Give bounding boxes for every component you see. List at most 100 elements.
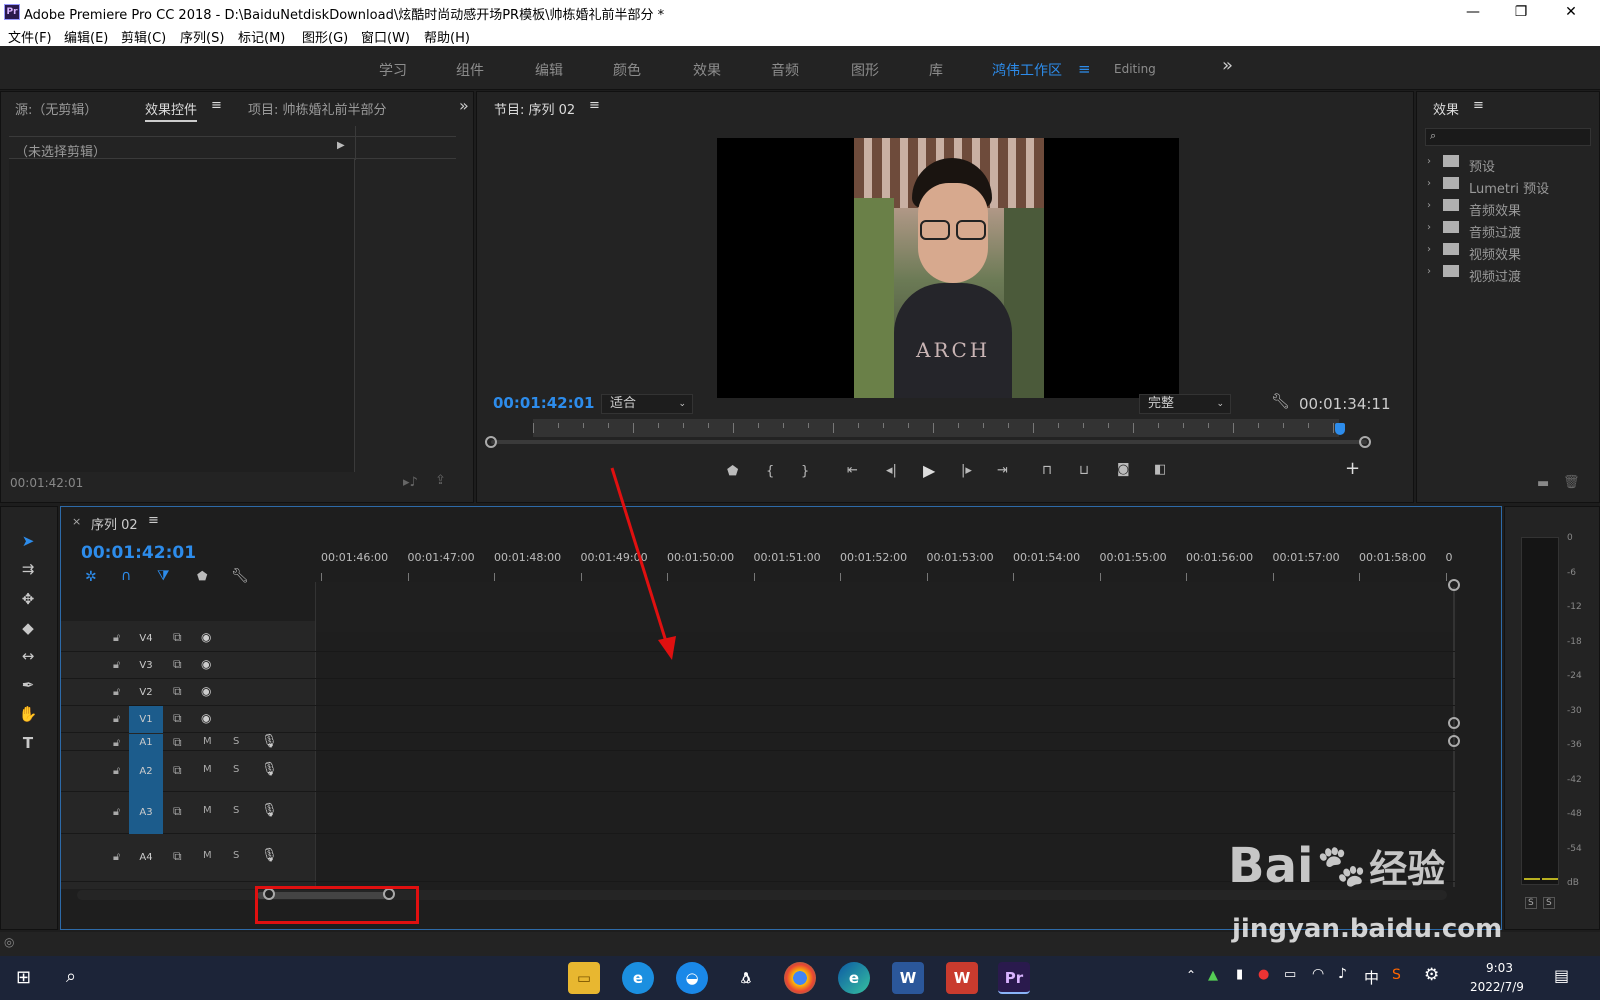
mute-button[interactable]: M: [203, 736, 212, 747]
video-track-target[interactable]: V2: [129, 679, 163, 706]
video-frame[interactable]: ARCH: [717, 138, 1179, 398]
menu-sequence[interactable]: 序列(S): [180, 27, 224, 46]
tray-chevron-icon[interactable]: ⌃: [1186, 968, 1196, 982]
mute-button[interactable]: M: [203, 850, 212, 861]
solo-button[interactable]: S: [233, 736, 239, 747]
effect-controls-menu-icon[interactable]: ≡: [211, 98, 222, 113]
workspace-tab-graphics[interactable]: 图形: [851, 60, 879, 80]
effects-menu-icon[interactable]: ≡: [1473, 98, 1484, 113]
taskbar-search-icon[interactable]: ⌕: [66, 966, 76, 987]
pen-tool-icon[interactable]: ✒: [15, 673, 41, 697]
mark-in-icon[interactable]: {: [766, 464, 774, 479]
workspace-tab-effects[interactable]: 效果: [693, 60, 721, 80]
mute-button[interactable]: M: [203, 805, 212, 816]
tray-app-icon[interactable]: ▲: [1208, 968, 1218, 983]
program-monitor-title[interactable]: 节目: 序列 02: [494, 99, 575, 118]
menu-help[interactable]: 帮助(H): [424, 27, 470, 46]
effects-item-video-transitions[interactable]: › 视频过渡: [1425, 264, 1591, 285]
go-to-out-icon[interactable]: ⇥: [997, 463, 1008, 478]
close-sequence-icon[interactable]: ×: [72, 515, 81, 528]
zoom-scrollbar[interactable]: [491, 440, 1367, 444]
filter-icon[interactable]: ▸♪: [403, 475, 418, 490]
vscroll-handle-top[interactable]: [1448, 579, 1460, 591]
step-back-icon[interactable]: ◂|: [886, 463, 897, 478]
workspace-tab-libraries[interactable]: 库: [929, 60, 943, 80]
effects-search-input[interactable]: ⌕: [1425, 128, 1591, 146]
extract-icon[interactable]: ⊔: [1079, 463, 1089, 478]
audio-track-row[interactable]: 🔓︎ A2 ⧉ M S 🎙︎: [61, 751, 1455, 792]
effects-item-presets[interactable]: › 预设: [1425, 154, 1591, 175]
razor-tool-icon[interactable]: ◆: [15, 616, 41, 640]
menu-edit[interactable]: 编辑(E): [64, 27, 108, 46]
eye-icon[interactable]: ◉: [201, 657, 211, 671]
step-forward-icon[interactable]: |▸: [961, 463, 972, 478]
microphone-icon[interactable]: 🎙︎: [261, 762, 278, 777]
workspace-tab-assembly[interactable]: 组件: [456, 60, 484, 80]
workspace-tab-custom[interactable]: 鸿伟工作区: [992, 60, 1062, 80]
ime-indicator[interactable]: 中: [1364, 967, 1379, 988]
selection-tool-icon[interactable]: ➤: [15, 529, 41, 553]
add-button-icon[interactable]: +: [1345, 458, 1360, 479]
add-marker-icon[interactable]: ⬟: [727, 464, 738, 479]
sync-lock-icon[interactable]: ⧉: [173, 804, 182, 819]
type-tool-icon[interactable]: T: [15, 731, 41, 755]
track-lock-icon[interactable]: 🔓︎: [113, 764, 120, 778]
ripple-edit-tool-icon[interactable]: ✥: [15, 587, 41, 611]
hand-tool-icon[interactable]: ✋: [15, 702, 41, 726]
windows-start-icon[interactable]: ⊞: [16, 967, 31, 988]
play-icon[interactable]: ▶: [923, 461, 935, 480]
solo-right-button[interactable]: S: [1543, 897, 1555, 909]
minimize-button[interactable]: —: [1450, 0, 1496, 24]
track-lock-icon[interactable]: 🔓︎: [113, 631, 120, 645]
play-triangle-icon[interactable]: ▶: [337, 140, 345, 151]
eye-icon[interactable]: ◉: [201, 711, 211, 725]
workspace-tab-color[interactable]: 颜色: [613, 60, 641, 80]
menu-marker[interactable]: 标记(M): [238, 27, 285, 46]
track-lock-icon[interactable]: 🔓︎: [113, 658, 120, 672]
mark-out-icon[interactable]: }: [801, 464, 809, 479]
sequence-menu-icon[interactable]: ≡: [148, 513, 159, 528]
sync-lock-icon[interactable]: ⧉: [173, 657, 182, 672]
volume-icon[interactable]: ♪: [1338, 966, 1347, 982]
workspace-tab-audio[interactable]: 音频: [771, 60, 799, 80]
program-timecode-current[interactable]: 00:01:42:01: [493, 394, 595, 412]
sogou-ime-icon[interactable]: S: [1392, 967, 1401, 983]
compare-view-icon[interactable]: ◧: [1154, 462, 1166, 477]
file-explorer-icon[interactable]: ▭: [568, 962, 600, 994]
baidu-netdisk-icon[interactable]: ◒: [676, 962, 708, 994]
playback-resolution-select[interactable]: 完整 ⌄: [1139, 394, 1231, 414]
scroll-handle-right[interactable]: [1359, 436, 1371, 448]
maximize-button[interactable]: ❐: [1498, 0, 1544, 24]
audio-track-target[interactable]: A4: [129, 834, 163, 882]
lift-icon[interactable]: ⊓: [1042, 463, 1052, 478]
audio-track-target[interactable]: A2: [129, 751, 163, 792]
solo-button[interactable]: S: [233, 850, 239, 861]
wifi-icon[interactable]: ◠: [1312, 966, 1324, 982]
chrome-icon[interactable]: [784, 962, 816, 994]
video-track-target[interactable]: V4: [129, 625, 163, 652]
fit-zoom-select[interactable]: 适合 ⌄: [601, 394, 693, 414]
clock-date[interactable]: 2022/7/9: [1470, 980, 1524, 994]
microphone-icon[interactable]: 🎙︎: [261, 734, 278, 749]
audio-track-target[interactable]: A1: [129, 734, 163, 751]
nest-toggle-icon[interactable]: ✲: [85, 569, 97, 585]
video-track-row[interactable]: 🔓︎ V2 ⧉ ◉: [61, 679, 1455, 706]
track-lock-icon[interactable]: 🔓︎: [113, 805, 120, 819]
workspace-tab-editing-en[interactable]: Editing: [1114, 62, 1156, 76]
workspace-tab-editing[interactable]: 编辑: [535, 60, 563, 80]
video-track-target[interactable]: V1: [129, 706, 163, 733]
eye-icon[interactable]: ◉: [201, 630, 211, 644]
tray-usb-icon[interactable]: ▮: [1236, 967, 1243, 982]
workspace-tab-learn[interactable]: 学习: [379, 60, 407, 80]
video-track-row[interactable]: 🔓︎ V4 ⧉ ◉: [61, 625, 1455, 652]
solo-left-button[interactable]: S: [1525, 897, 1537, 909]
qq-icon[interactable]: 🐧︎: [730, 962, 762, 994]
linked-selection-icon[interactable]: ⧩: [157, 568, 170, 584]
camera-icon[interactable]: ◙: [1117, 462, 1130, 477]
microphone-icon[interactable]: 🎙︎: [261, 803, 278, 818]
menu-window[interactable]: 窗口(W): [361, 27, 410, 46]
track-lock-icon[interactable]: 🔓︎: [113, 736, 120, 750]
menu-file[interactable]: 文件(F): [8, 27, 52, 46]
playhead-marker[interactable]: [1335, 423, 1345, 435]
timeline-timecode[interactable]: 00:01:42:01: [81, 543, 196, 563]
